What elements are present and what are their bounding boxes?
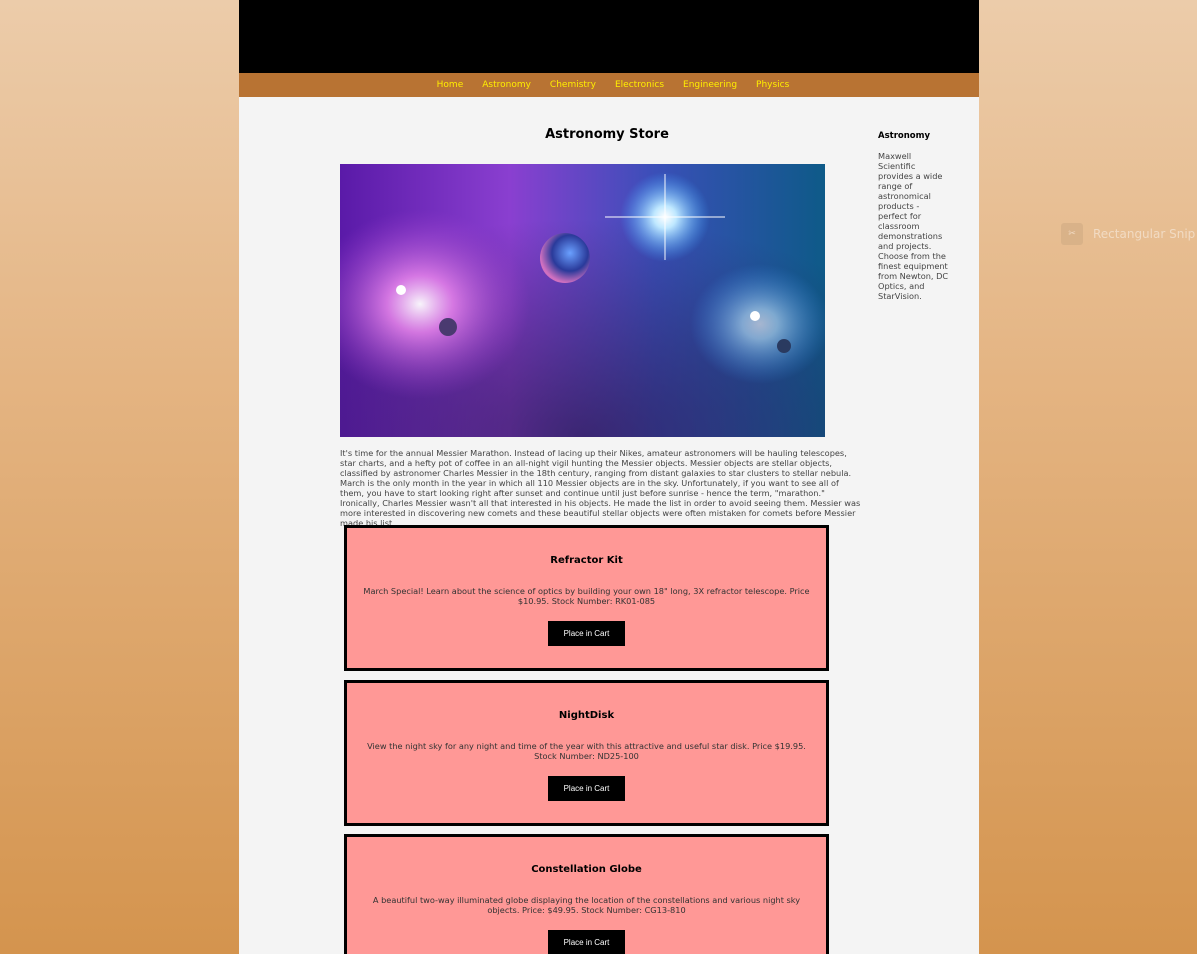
product-card: NightDisk View the night sky for any nig… <box>344 680 829 826</box>
product-name: Refractor Kit <box>550 555 623 566</box>
nav-link-engineering[interactable]: Engineering <box>683 80 737 90</box>
product-name: Constellation Globe <box>531 864 642 875</box>
product-card: Constellation Globe A beautiful two-way … <box>344 834 829 954</box>
rectangular-snip-tooltip[interactable]: ✂ Rectangular Snip <box>1061 223 1195 245</box>
nav-link-astronomy[interactable]: Astronomy <box>482 80 531 90</box>
sidebar-heading: Astronomy <box>878 131 931 141</box>
sidebar-text: Maxwell Scientific provides a wide range… <box>878 151 949 301</box>
page-title: Astronomy Store <box>545 127 669 142</box>
nav-link-physics[interactable]: Physics <box>756 80 789 90</box>
product-name: NightDisk <box>558 710 615 721</box>
nav-link-chemistry[interactable]: Chemistry <box>550 80 596 90</box>
main-nav: Home Astronomy Chemistry Electronics Eng… <box>239 73 979 97</box>
sidebar: Astronomy Maxwell Scientific provides a … <box>878 131 950 301</box>
place-in-cart-button[interactable]: Place in Cart <box>548 776 625 801</box>
product-card: Refractor Kit March Special! Learn about… <box>344 525 829 671</box>
scissors-icon: ✂ <box>1061 223 1083 245</box>
place-in-cart-button[interactable]: Place in Cart <box>548 930 625 954</box>
product-description: A beautiful two-way illuminated globe di… <box>372 895 801 915</box>
page-container: Home Astronomy Chemistry Electronics Eng… <box>239 0 979 954</box>
product-description: View the night sky for any night and tim… <box>367 741 806 761</box>
header-banner <box>239 0 979 73</box>
nav-link-home[interactable]: Home <box>437 80 464 90</box>
place-in-cart-button[interactable]: Place in Cart <box>548 621 625 646</box>
hero-space-image <box>340 164 825 437</box>
product-description: March Special! Learn about the science o… <box>363 586 810 606</box>
snip-label: Rectangular Snip <box>1093 227 1196 241</box>
intro-paragraph: It's time for the annual Messier Maratho… <box>340 448 861 528</box>
nav-link-electronics[interactable]: Electronics <box>615 80 664 90</box>
